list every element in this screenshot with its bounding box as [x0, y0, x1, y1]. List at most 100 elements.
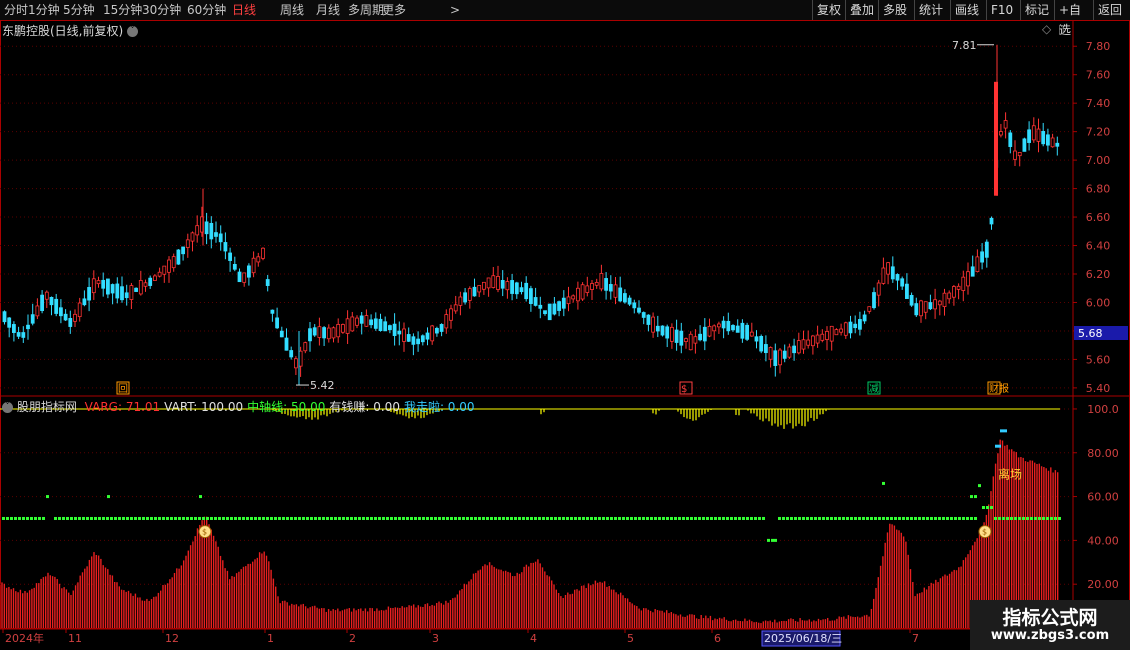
candle-body	[458, 296, 463, 306]
midline-dot	[262, 516, 265, 520]
candle-body	[355, 317, 359, 326]
period-tab-1[interactable]: 1分钟	[28, 2, 60, 18]
midline-dot	[978, 484, 981, 488]
midline-dot	[794, 516, 797, 520]
candle-body	[54, 298, 59, 314]
candle-body	[190, 232, 195, 242]
candle-body	[340, 324, 345, 333]
midline-dot	[738, 516, 741, 520]
time-label: 2	[349, 632, 356, 645]
candle-body	[895, 274, 900, 281]
period-tab-0[interactable]: 分时	[4, 2, 28, 18]
candle-body	[641, 312, 646, 318]
toolbar-button-6[interactable]: 标记	[1020, 0, 1054, 20]
toolbar-button-8[interactable]: 返回	[1093, 0, 1130, 20]
indicator-tick-label: 20.00	[1087, 578, 1119, 591]
candle-body	[590, 283, 594, 290]
midline-dot	[782, 516, 785, 520]
candle-body	[646, 314, 651, 325]
chevron-down-icon[interactable]: ˅	[127, 26, 139, 37]
candle-body	[914, 303, 919, 316]
midline-dot	[322, 516, 325, 520]
midline-dot	[386, 516, 389, 520]
period-tab-7[interactable]: 周线	[280, 2, 304, 18]
candle-body	[538, 304, 543, 309]
candle-body	[933, 299, 937, 310]
candle-body	[947, 292, 952, 300]
midline-dot	[282, 516, 285, 520]
toolbar-button-1[interactable]: 叠加	[845, 0, 878, 20]
midline-dot	[154, 516, 157, 520]
toolbar-button-0[interactable]: 复权	[812, 0, 845, 20]
midline-dot	[806, 516, 809, 520]
period-tab-5[interactable]: 60分钟	[187, 2, 226, 18]
midline-dot	[502, 516, 505, 520]
chart-area[interactable]: 7.81 5.42 回 $ 减 财报 $ $ 离场 7.80 7.60 7.40 7.20 7.00 6…	[0, 20, 1130, 650]
midline-dot	[842, 516, 845, 520]
candle-body	[369, 319, 374, 326]
candle-body	[670, 326, 674, 342]
candle-body	[350, 316, 355, 332]
candle-body	[49, 296, 54, 306]
candle-body	[21, 332, 26, 338]
midline-dot	[954, 516, 957, 520]
midline-dot	[922, 516, 925, 520]
midline-dot	[1034, 516, 1037, 520]
candle-body	[162, 265, 167, 275]
midline-dot	[402, 516, 405, 520]
candle-body	[326, 327, 331, 340]
midline-dot	[498, 516, 501, 520]
candle-body	[383, 321, 388, 332]
candle-body	[68, 317, 73, 327]
candle-body	[778, 349, 782, 366]
midline-dot	[202, 516, 205, 520]
midline-dot	[578, 516, 581, 520]
candle-body	[185, 239, 190, 248]
midline-dot	[514, 516, 517, 520]
midline-dot	[106, 516, 109, 520]
chevron-down-icon[interactable]: ˅	[2, 402, 13, 413]
period-tab-8[interactable]: 月线	[316, 2, 340, 18]
midline-dot	[34, 516, 37, 520]
pin-icon[interactable]: ▯	[1058, 22, 1065, 36]
candle-body	[256, 256, 261, 263]
candle-body	[1036, 128, 1041, 142]
candle-body	[246, 265, 251, 278]
candle-body	[848, 321, 853, 334]
period-tab-4[interactable]: 30分钟	[142, 2, 181, 18]
period-tab-2[interactable]: 5分钟	[63, 2, 95, 18]
midline-dot	[654, 516, 657, 520]
midline-dot	[454, 516, 457, 520]
candle-body	[707, 325, 712, 337]
period-tab-10[interactable]: 更多	[382, 2, 406, 18]
midline-dot	[194, 516, 197, 520]
candle-body	[289, 350, 294, 358]
candle-body	[491, 275, 496, 288]
midline-dot	[166, 516, 169, 520]
candle-body	[1003, 120, 1008, 129]
candle-body	[876, 282, 881, 296]
candle-body	[106, 278, 110, 295]
period-tab-6[interactable]: 日线	[232, 2, 256, 18]
candle-body	[204, 221, 209, 235]
period-tab-3[interactable]: 15分钟	[103, 2, 142, 18]
candle-body	[975, 256, 980, 273]
toolbar-button-2[interactable]: 多股	[878, 0, 914, 20]
midline-dot	[142, 516, 145, 520]
signal-dot	[199, 495, 202, 499]
midline-dot	[242, 516, 245, 520]
midline-dot	[234, 516, 237, 520]
toolbar-button-4[interactable]: 画线	[950, 0, 986, 20]
more-arrow-icon[interactable]: >	[450, 2, 460, 18]
candle-body	[270, 309, 275, 314]
diamond-icon[interactable]: ◇	[1042, 22, 1051, 36]
midline-dot	[742, 516, 745, 520]
period-tab-9[interactable]: 多周期	[348, 2, 384, 18]
candle-body	[406, 334, 411, 342]
candle-body	[599, 273, 604, 290]
toolbar-button-5[interactable]: F10	[986, 0, 1020, 20]
toolbar-button-7[interactable]: +自选	[1054, 0, 1093, 37]
midline-dot	[586, 516, 589, 520]
toolbar-button-3[interactable]: 统计	[914, 0, 950, 20]
candle-body	[430, 325, 435, 342]
